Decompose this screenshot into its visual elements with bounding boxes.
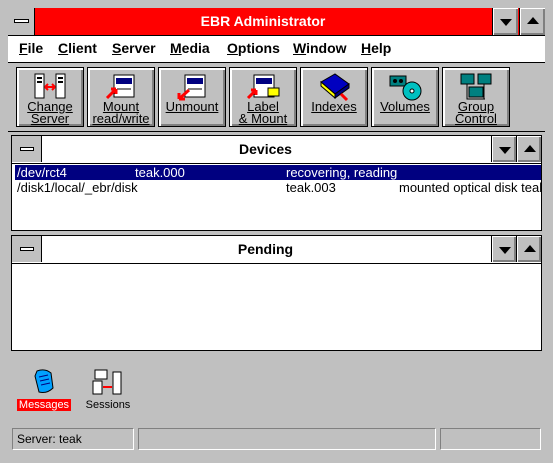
sessions-minimized-icon[interactable]: Sessions — [80, 368, 136, 411]
minimize-button[interactable] — [492, 8, 518, 35]
pending-window: Pending — [11, 235, 542, 351]
volumes-button[interactable]: Volumes — [371, 67, 439, 127]
devices-system-menu-button[interactable] — [12, 136, 42, 162]
change-server-icon — [34, 73, 66, 99]
status-bar: Server: teak — [8, 424, 545, 454]
chevron-up-icon — [524, 245, 536, 252]
menu-media[interactable]: Media — [170, 40, 210, 56]
system-menu-button[interactable] — [8, 8, 35, 35]
devices-title-bar[interactable]: Devices — [12, 136, 541, 164]
title-bar[interactable]: EBR Administrator — [8, 8, 545, 36]
menu-server[interactable]: Server — [112, 40, 156, 56]
label-mount-icon — [246, 74, 280, 100]
menu-client[interactable]: Client — [58, 40, 97, 56]
server-status: Server: teak — [12, 428, 134, 450]
menu-help[interactable]: Help — [361, 40, 391, 56]
device-row[interactable]: /dev/rct4 teak.000 recovering, reading — [15, 165, 541, 180]
menu-window[interactable]: Window — [293, 40, 347, 56]
chevron-down-icon — [499, 147, 511, 154]
pending-title-bar[interactable]: Pending — [12, 236, 541, 264]
mount-icon — [105, 74, 135, 100]
chevron-down-icon — [500, 19, 512, 26]
label-mount-button[interactable]: Label & Mount — [229, 67, 297, 127]
menu-file[interactable]: File — [19, 40, 43, 56]
window-title: EBR Administrator — [200, 13, 326, 29]
group-control-button[interactable]: Group Control — [442, 67, 510, 127]
menu-bar: File Client Server Media Options Window … — [8, 36, 545, 63]
devices-window: Devices /dev/rct4 teak.000 recovering, r… — [11, 135, 542, 231]
pending-system-menu-button[interactable] — [12, 236, 42, 262]
status-panel-empty — [138, 428, 436, 450]
pending-maximize-button[interactable] — [516, 236, 541, 262]
unmount-button[interactable]: Unmount — [158, 67, 226, 127]
unmount-icon — [177, 74, 206, 101]
indexes-button[interactable]: Indexes — [300, 67, 368, 127]
status-panel-extra — [440, 428, 541, 450]
chevron-up-icon — [524, 145, 536, 152]
menu-options[interactable]: Options — [227, 40, 280, 56]
pending-title: Pending — [237, 241, 294, 257]
toolbar: Change Server Mount read/write Unmount L… — [8, 63, 545, 132]
chevron-up-icon — [527, 17, 539, 24]
indexes-book-icon — [320, 73, 350, 102]
messages-scroll-icon — [34, 369, 54, 393]
mount-button[interactable]: Mount read/write — [87, 67, 155, 127]
sessions-computers-icon — [92, 369, 122, 395]
devices-maximize-button[interactable] — [516, 136, 541, 162]
chevron-down-icon — [499, 247, 511, 254]
device-row[interactable]: /disk1/local/_ebr/disk teak.003 mounted … — [15, 180, 541, 195]
pending-minimize-button[interactable] — [491, 236, 516, 262]
devices-title: Devices — [239, 141, 292, 157]
devices-minimize-button[interactable] — [491, 136, 516, 162]
change-server-button[interactable]: Change Server — [16, 67, 84, 127]
maximize-button[interactable] — [519, 8, 545, 35]
messages-minimized-icon[interactable]: Messages — [16, 368, 72, 411]
group-control-icon — [460, 73, 492, 100]
volumes-tape-icon — [389, 75, 422, 101]
